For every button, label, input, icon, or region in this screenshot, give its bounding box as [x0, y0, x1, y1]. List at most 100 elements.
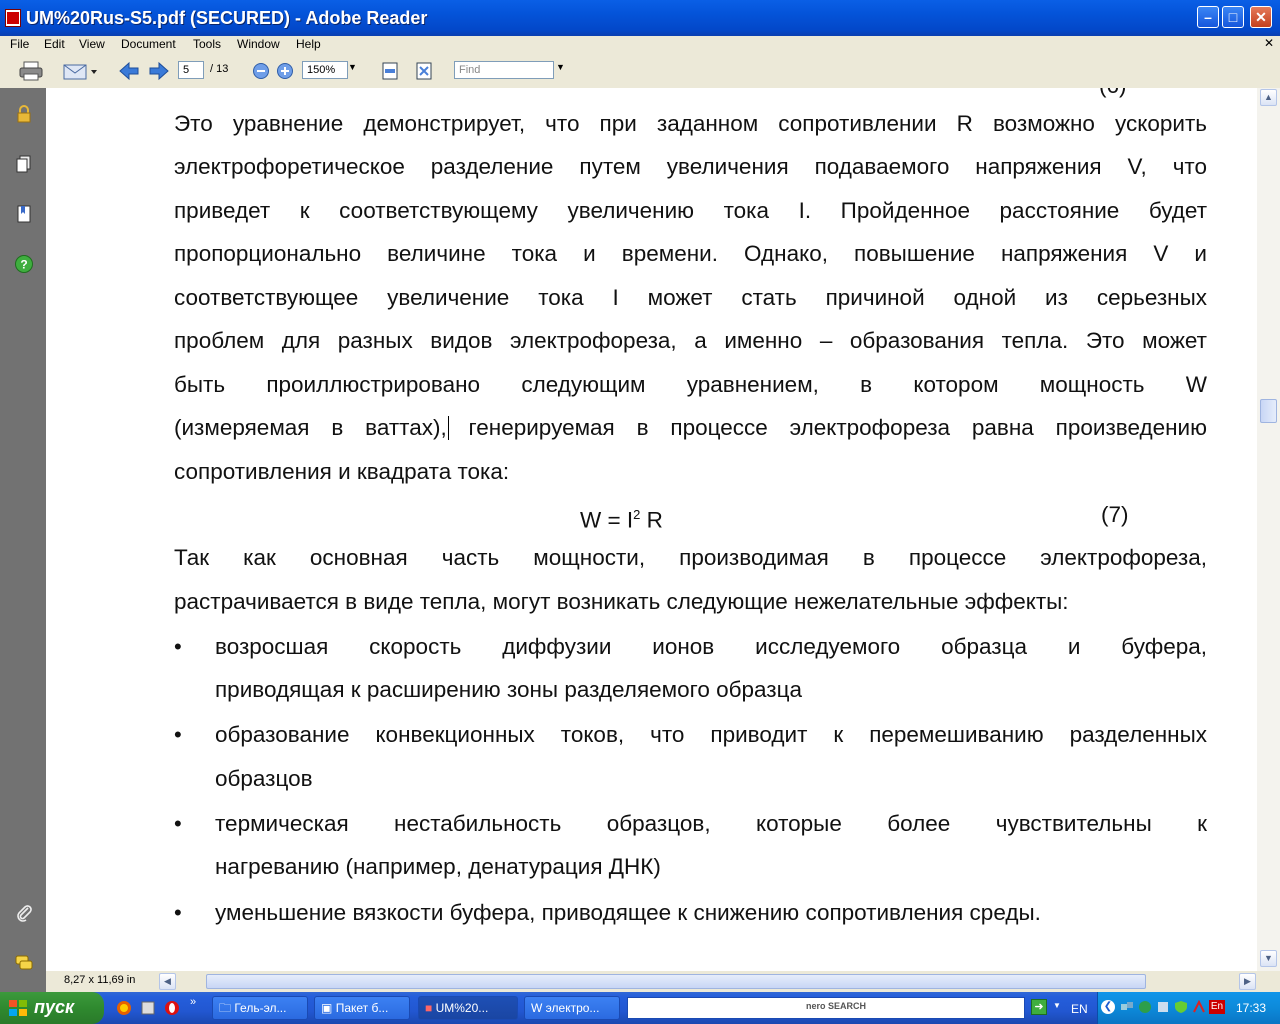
security-lock-icon[interactable]	[14, 104, 34, 124]
paragraph-line: проблем для разных видов электрофореза, …	[174, 328, 1207, 353]
menu-document[interactable]: Document	[121, 37, 176, 51]
acrobat-tray-icon[interactable]	[1192, 1000, 1206, 1014]
toolbar: 5 / 13 150% ▼ Find ▼	[0, 54, 1280, 89]
quicklaunch-expand-icon[interactable]: »	[190, 996, 196, 1008]
opera-icon[interactable]	[164, 1000, 180, 1016]
previous-page-icon[interactable]	[118, 61, 140, 81]
bullet-marker: •	[174, 811, 182, 836]
search-options-icon[interactable]: ▼	[1053, 1001, 1061, 1010]
bullet-line: уменьшение вязкости буфера, приводящее к…	[215, 900, 1041, 925]
language-indicator[interactable]: EN	[1071, 1002, 1088, 1016]
paragraph-line: быть проиллюстрировано следующим уравнен…	[174, 372, 1207, 397]
menu-view[interactable]: View	[79, 37, 105, 51]
bullet-marker: •	[174, 722, 182, 747]
bullet-marker: •	[174, 634, 182, 659]
paragraph-line: Так как основная часть мощности, произво…	[174, 545, 1207, 570]
vertical-scrollbar[interactable]: ▲ ▼	[1257, 88, 1280, 971]
page-number-input[interactable]: 5	[178, 61, 204, 79]
system-tray: ❮ En 17:33	[1097, 992, 1280, 1024]
paragraph-line: соответствующее увеличение тока I может …	[174, 285, 1207, 310]
bullet-line: термическая нестабильность образцов, кот…	[215, 811, 1207, 836]
print-icon[interactable]	[18, 61, 44, 81]
scroll-down-icon[interactable]: ▼	[1260, 950, 1277, 967]
fit-width-icon[interactable]	[380, 61, 400, 81]
equation-number-partial: (6)	[1099, 88, 1127, 100]
task-label: электро...	[545, 1001, 600, 1015]
text-cursor	[448, 416, 449, 440]
network-icon[interactable]	[1120, 1000, 1134, 1014]
horizontal-scroll-thumb[interactable]	[206, 974, 1146, 989]
paragraph-line: приведет к соответствующему увеличению т…	[174, 198, 1207, 223]
help-icon[interactable]: ?	[14, 254, 34, 274]
task-button-gel[interactable]: 🗀 Гель-эл...	[212, 996, 308, 1020]
menu-window[interactable]: Window	[237, 37, 280, 51]
security-shield-icon[interactable]	[1174, 1000, 1188, 1014]
language-badge[interactable]: En	[1209, 1000, 1225, 1014]
word-icon: W	[531, 1001, 543, 1015]
search-go-icon[interactable]: ➜	[1031, 999, 1047, 1015]
scroll-right-icon[interactable]: ▶	[1239, 973, 1256, 990]
task-label: UM%20...	[435, 1001, 489, 1015]
equation-number: (7)	[1101, 502, 1129, 527]
task-label: Гель-эл...	[234, 1001, 287, 1015]
scroll-left-icon[interactable]: ◀	[159, 973, 176, 990]
bullet-line: возросшая скорость диффузии ионов исслед…	[215, 634, 1207, 659]
title-bar[interactable]: UM%20Rus-S5.pdf (SECURED) - Adobe Reader…	[0, 0, 1280, 36]
menu-file[interactable]: File	[10, 37, 29, 51]
tray-app-icon[interactable]	[1156, 1000, 1170, 1014]
bullet-line: образование конвекционных токов, что при…	[215, 722, 1207, 747]
menu-edit[interactable]: Edit	[44, 37, 65, 51]
paragraph-line: электрофоретическое разделение путем уве…	[174, 154, 1207, 179]
menu-bar: File Edit View Document Tools Window Hel…	[0, 36, 1280, 54]
program-icon: ▣	[321, 1001, 333, 1015]
minimize-button[interactable]: –	[1197, 6, 1219, 28]
navigation-panel: ?	[0, 88, 46, 992]
zoom-in-icon[interactable]	[276, 61, 294, 81]
page-total: / 13	[210, 63, 229, 75]
bookmarks-icon[interactable]	[14, 204, 34, 224]
scroll-thumb[interactable]	[1260, 399, 1277, 423]
next-page-icon[interactable]	[148, 61, 170, 81]
zoom-level-field[interactable]: 150%	[302, 61, 348, 79]
comments-icon[interactable]	[14, 953, 34, 973]
zoom-out-icon[interactable]	[252, 61, 270, 81]
find-input[interactable]: Find	[454, 61, 554, 79]
document-viewport[interactable]: (6) Это уравнение демонстрирует, что при…	[46, 88, 1257, 971]
start-label: пуск	[34, 997, 75, 1017]
zoom-dropdown-icon[interactable]: ▼	[348, 62, 357, 72]
bullet-line: образцов	[215, 766, 313, 791]
close-button[interactable]: ✕	[1250, 6, 1272, 28]
menu-tools[interactable]: Tools	[193, 37, 221, 51]
folder-icon: 🗀	[219, 1001, 232, 1015]
firefox-icon[interactable]	[116, 1000, 132, 1016]
maximize-button[interactable]: □	[1222, 6, 1244, 28]
task-button-word[interactable]: W электро...	[524, 996, 620, 1020]
paragraph-line: Это уравнение демонстрирует, что при зад…	[174, 111, 1207, 136]
paragraph-line: пропорционально величине тока и времени.…	[174, 241, 1207, 266]
taskbar: пуск » 🗀 Гель-эл... ▣ Пакет б... ■ UM%20…	[0, 992, 1280, 1024]
find-dropdown-icon[interactable]: ▼	[556, 62, 565, 72]
paragraph-line: (измеряемая в ваттах), генерируемая в пр…	[174, 415, 1207, 440]
fit-page-icon[interactable]	[414, 61, 434, 81]
tray-expand-icon[interactable]: ❮	[1101, 1000, 1115, 1014]
nero-search-input[interactable]: nero SEARCH	[627, 997, 1025, 1019]
menu-help[interactable]: Help	[296, 37, 321, 51]
attachments-icon[interactable]	[14, 903, 34, 923]
svg-text:?: ?	[20, 258, 27, 272]
paragraph-line: растрачивается в виде тепла, могут возни…	[174, 589, 1069, 614]
quicklaunch-app-icon[interactable]	[140, 1000, 156, 1016]
document-close-icon[interactable]: ✕	[1264, 36, 1274, 50]
task-button-adobe-reader[interactable]: ■ UM%20...	[418, 996, 518, 1020]
antivirus-icon[interactable]	[1138, 1000, 1152, 1014]
task-button-packet[interactable]: ▣ Пакет б...	[314, 996, 410, 1020]
pages-icon[interactable]	[14, 154, 34, 174]
equation: W = I2 R	[580, 501, 663, 535]
bullet-marker: •	[174, 900, 182, 925]
email-icon[interactable]	[62, 61, 98, 81]
pdf-icon: ■	[425, 1001, 433, 1015]
page-size-label: 8,27 x 11,69 in	[64, 974, 136, 986]
scroll-up-icon[interactable]: ▲	[1260, 89, 1277, 106]
equation-rhs: R	[640, 507, 663, 533]
start-button[interactable]: пуск	[0, 992, 104, 1024]
paragraph-line: сопротивления и квадрата тока:	[174, 459, 510, 484]
